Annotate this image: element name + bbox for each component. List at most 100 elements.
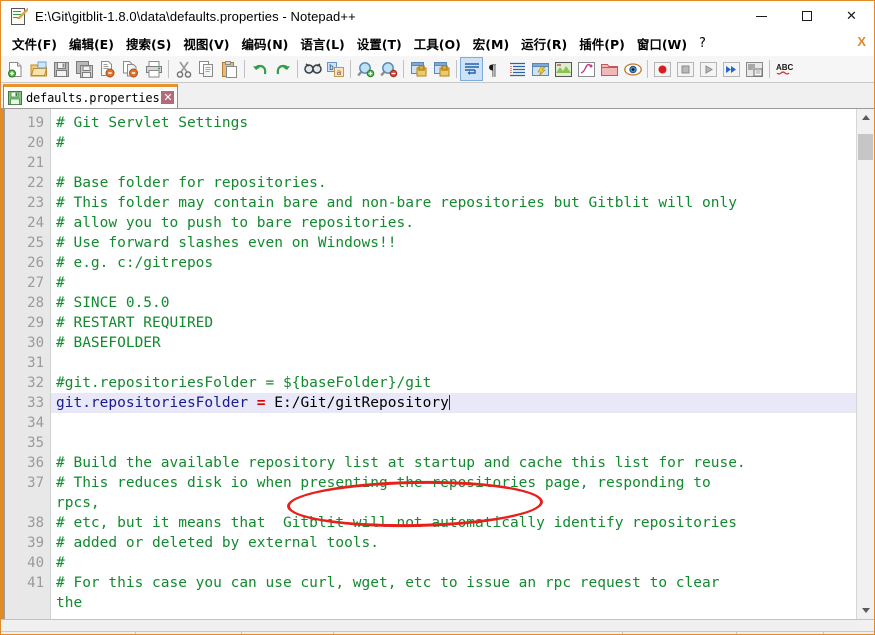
code-line[interactable]: # This reduces disk io when presenting t… bbox=[51, 473, 856, 493]
new-file-icon[interactable] bbox=[4, 57, 27, 81]
close-all-files-icon[interactable] bbox=[119, 57, 142, 81]
code-comment: # RESTART REQUIRED bbox=[56, 315, 214, 331]
record-macro-icon[interactable] bbox=[651, 57, 674, 81]
monitoring-icon[interactable] bbox=[621, 57, 644, 81]
scroll-thumb[interactable] bbox=[858, 134, 873, 160]
function-list-icon[interactable] bbox=[575, 57, 598, 81]
code-line[interactable]: # RESTART REQUIRED bbox=[51, 313, 856, 333]
scroll-up-arrow-icon[interactable] bbox=[857, 109, 874, 126]
redo-icon[interactable] bbox=[271, 57, 294, 81]
status-length[interactable]: length : 65,867 bbox=[136, 631, 242, 634]
play-macro-icon[interactable] bbox=[697, 57, 720, 81]
code-line[interactable]: # Git Servlet Settings bbox=[51, 113, 856, 133]
show-all-characters-icon[interactable]: ¶ bbox=[483, 57, 506, 81]
run-macro-multiple-icon[interactable] bbox=[720, 57, 743, 81]
status-column-number[interactable]: Col : 46 bbox=[394, 632, 460, 635]
menu-tools[interactable]: 工具(O) bbox=[408, 32, 467, 55]
code-line-wrapped[interactable]: the bbox=[51, 593, 856, 613]
code-comment: # SINCE 0.5.0 bbox=[56, 295, 170, 311]
code-line[interactable]: # For this case you can use curl, wget, … bbox=[51, 573, 856, 593]
menu-edit[interactable]: 编辑(E) bbox=[63, 32, 120, 55]
scroll-down-arrow-icon[interactable] bbox=[857, 602, 874, 619]
folder-as-workspace-icon[interactable] bbox=[598, 57, 621, 81]
tab-close-icon[interactable]: ✕ bbox=[161, 91, 175, 104]
code-line[interactable]: # etc, but it means that Gitblit will no… bbox=[51, 513, 856, 533]
indent-guide-icon[interactable] bbox=[506, 57, 529, 81]
maximize-button[interactable] bbox=[784, 1, 829, 31]
code-line[interactable]: # Use forward slashes even on Windows!! bbox=[51, 233, 856, 253]
code-line[interactable]: # added or deleted by external tools. bbox=[51, 533, 856, 553]
code-line[interactable]: # Base folder for repositories. bbox=[51, 173, 856, 193]
status-lines[interactable]: lines : 2,094 bbox=[242, 631, 334, 634]
close-file-icon[interactable] bbox=[96, 57, 119, 81]
code-line[interactable] bbox=[51, 353, 856, 373]
status-eol-format[interactable]: Unix (LF) bbox=[623, 631, 737, 634]
menu-run[interactable]: 运行(R) bbox=[515, 32, 573, 55]
sync-vertical-scroll-icon[interactable] bbox=[407, 57, 430, 81]
code-line[interactable]: # bbox=[51, 553, 856, 573]
undo-icon[interactable] bbox=[248, 57, 271, 81]
code-line[interactable]: # Build the available repository list at… bbox=[51, 453, 856, 473]
menu-search[interactable]: 搜索(S) bbox=[120, 32, 177, 55]
status-selection[interactable]: Sel : 0 | 0 bbox=[459, 631, 623, 634]
print-icon[interactable] bbox=[142, 57, 165, 81]
copy-icon[interactable] bbox=[195, 57, 218, 81]
spell-check-icon[interactable]: ABC bbox=[773, 57, 796, 81]
menu-encoding[interactable]: 编码(N) bbox=[235, 32, 294, 55]
minimize-button[interactable] bbox=[739, 1, 784, 31]
line-number: 31 bbox=[27, 355, 44, 371]
user-defined-language-icon[interactable] bbox=[529, 57, 552, 81]
menu-macro[interactable]: 宏(M) bbox=[467, 32, 515, 55]
status-insert-mode[interactable]: INS bbox=[824, 632, 861, 635]
menu-view[interactable]: 视图(V) bbox=[177, 32, 235, 55]
property-value: E:/Git/gitRepository bbox=[265, 395, 449, 411]
code-line-current[interactable]: git.repositoriesFolder = E:/Git/gitRepos… bbox=[51, 393, 856, 413]
code-line[interactable]: # BASEFOLDER bbox=[51, 333, 856, 353]
status-encoding[interactable]: UTF-8 bbox=[737, 631, 824, 634]
paste-icon[interactable] bbox=[218, 57, 241, 81]
document-map-icon[interactable] bbox=[552, 57, 575, 81]
code-line[interactable]: # bbox=[51, 133, 856, 153]
menu-file[interactable]: 文件(F) bbox=[6, 32, 63, 55]
stop-macro-icon[interactable] bbox=[674, 57, 697, 81]
code-line[interactable]: # bbox=[51, 273, 856, 293]
line-number-gutter: 19 20 21 22 23 24 25 26 27 28 29 30 31 3… bbox=[5, 109, 51, 619]
vertical-scrollbar[interactable] bbox=[856, 109, 874, 619]
menu-help[interactable]: ? bbox=[693, 34, 712, 53]
code-line[interactable]: # SINCE 0.5.0 bbox=[51, 293, 856, 313]
cut-icon[interactable] bbox=[172, 57, 195, 81]
horizontal-scroll-strip[interactable] bbox=[1, 619, 874, 631]
tab-defaults-properties[interactable]: defaults.properties ✕ bbox=[3, 84, 179, 108]
code-line[interactable] bbox=[51, 433, 856, 453]
status-line-number[interactable]: Ln : 33 bbox=[334, 632, 394, 635]
code-text-area[interactable]: # Git Servlet Settings # # Base folder f… bbox=[51, 109, 856, 619]
zoom-in-icon[interactable] bbox=[354, 57, 377, 81]
scroll-track[interactable] bbox=[857, 126, 874, 602]
code-line-wrapped[interactable]: rpcs, bbox=[51, 493, 856, 513]
code-line[interactable] bbox=[51, 153, 856, 173]
replace-icon[interactable]: b a bbox=[324, 57, 347, 81]
open-file-icon[interactable] bbox=[27, 57, 50, 81]
word-wrap-icon[interactable] bbox=[460, 57, 483, 81]
close-document-button[interactable]: X bbox=[857, 34, 866, 49]
close-window-button[interactable]: ✕ bbox=[829, 1, 874, 31]
resize-grip[interactable] bbox=[861, 632, 874, 635]
code-line[interactable] bbox=[51, 413, 856, 433]
code-line[interactable]: # e.g. c:/gitrepos bbox=[51, 253, 856, 273]
find-icon[interactable] bbox=[301, 57, 324, 81]
save-icon[interactable] bbox=[50, 57, 73, 81]
save-all-icon[interactable] bbox=[73, 57, 96, 81]
code-line[interactable]: # This folder may contain bare and non-b… bbox=[51, 193, 856, 213]
toolbar-separator bbox=[244, 60, 245, 78]
status-file-type[interactable]: Properties file bbox=[1, 631, 136, 634]
code-line[interactable]: #git.repositoriesFolder = ${baseFolder}/… bbox=[51, 373, 856, 393]
menu-settings[interactable]: 设置(T) bbox=[351, 32, 408, 55]
code-comment: # Use forward slashes even on Windows!! bbox=[56, 235, 397, 251]
zoom-out-icon[interactable] bbox=[377, 57, 400, 81]
menu-plugins[interactable]: 插件(P) bbox=[573, 32, 631, 55]
menu-window[interactable]: 窗口(W) bbox=[631, 32, 693, 55]
sync-horizontal-scroll-icon[interactable] bbox=[430, 57, 453, 81]
save-macro-icon[interactable] bbox=[743, 57, 766, 81]
menu-language[interactable]: 语言(L) bbox=[294, 32, 350, 55]
code-line[interactable]: # allow you to push to bare repositories… bbox=[51, 213, 856, 233]
